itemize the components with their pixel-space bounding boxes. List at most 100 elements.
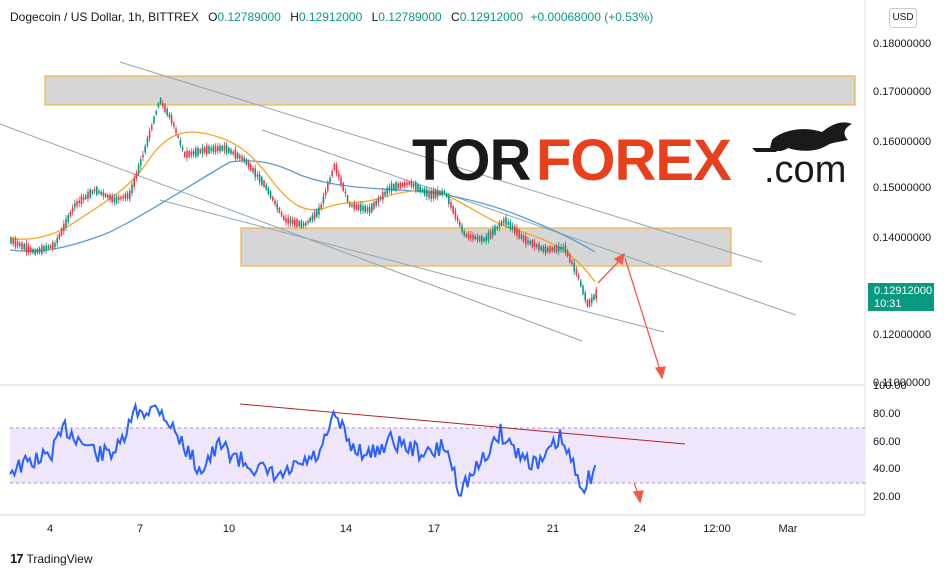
candle-body [21, 242, 23, 250]
candle-body [236, 152, 239, 159]
rsi-axis: 100.00 80.00 60.00 40.00 20.00 [873, 380, 907, 503]
candle-body [399, 183, 402, 188]
candle-body [287, 217, 289, 224]
candle-body [78, 200, 80, 204]
candle-body [437, 190, 439, 197]
candle-body [580, 280, 582, 287]
candle-body [318, 207, 320, 215]
candle-body [322, 196, 325, 204]
candle-body [265, 184, 267, 190]
candle-body [245, 159, 248, 165]
candle-body [386, 188, 388, 195]
candle-body [443, 190, 446, 194]
candle-body [500, 221, 503, 226]
candle-body [155, 111, 157, 115]
candle-body [71, 207, 74, 213]
candle-body [230, 149, 232, 154]
candle-body [566, 250, 569, 257]
candle-body [197, 147, 199, 156]
candle-body [232, 151, 234, 155]
time-tick: 24 [634, 523, 646, 535]
candle-body [289, 219, 292, 224]
candle-body [258, 174, 261, 183]
time-tick: 12:00 [703, 523, 731, 535]
candle-body [192, 151, 195, 155]
candle-body [177, 135, 179, 138]
candle-body [384, 191, 386, 196]
candle-body [34, 249, 36, 255]
candle-body [544, 246, 547, 254]
candle-body [549, 246, 551, 253]
candle-body [586, 300, 589, 307]
candle-body [208, 146, 210, 154]
candle-body [465, 233, 468, 237]
candle-body [131, 184, 133, 194]
candle-body [45, 245, 47, 251]
tradingview-brand[interactable]: 17 TradingView [10, 551, 93, 566]
candle-body [93, 189, 96, 192]
candle-body [377, 198, 380, 203]
candle-body [360, 204, 362, 212]
candle-body [577, 275, 580, 279]
candle-body [351, 204, 353, 207]
candle-body [241, 156, 243, 161]
candle-body [595, 290, 597, 299]
candle-body [467, 233, 470, 238]
rsi-tick: 100.00 [873, 380, 907, 392]
candle-body [520, 234, 523, 239]
rsi-tick: 20.00 [873, 491, 901, 503]
candle-body [329, 177, 331, 183]
candle-body [91, 190, 94, 194]
low-value: 0.12789000 [378, 10, 442, 24]
candle-body [406, 182, 408, 186]
rsi-trendline [239, 403, 686, 445]
candle-body [338, 173, 340, 177]
time-tick: 7 [137, 523, 143, 535]
candle-body [283, 215, 285, 221]
candle-body [571, 260, 573, 265]
candle-body [85, 194, 87, 199]
candle-body [190, 151, 193, 156]
time-tick: 14 [340, 523, 352, 535]
candle-body [140, 159, 142, 166]
candle-body [538, 243, 540, 251]
currency-button[interactable]: USD [889, 8, 917, 28]
candle-body [489, 230, 492, 238]
candle-body [547, 247, 549, 252]
candle-body [27, 246, 30, 252]
candle-body [175, 128, 177, 134]
candle-body [256, 174, 259, 177]
candle-body [243, 157, 245, 162]
candle-body [452, 206, 454, 214]
candle-body [498, 223, 501, 228]
candle-body [564, 245, 567, 253]
candle-body [525, 236, 527, 245]
candle-body [362, 206, 364, 211]
chart-canvas[interactable]: 0.18000000 0.17000000 0.16000000 0.15000… [0, 0, 948, 573]
candle-body [342, 182, 344, 191]
candle-body [492, 228, 494, 236]
candle-body [82, 197, 85, 200]
candle-body [307, 220, 309, 224]
candle-body [472, 234, 474, 240]
candle-body [210, 147, 212, 151]
candle-body [188, 151, 190, 157]
candle-body [516, 228, 518, 236]
candle-body [153, 116, 155, 124]
candle-body [505, 217, 507, 225]
candle-body [107, 195, 109, 198]
candle-body [56, 238, 58, 244]
candle-body [32, 249, 34, 254]
candle-body [536, 244, 538, 248]
candle-body [212, 146, 215, 153]
candle-body [388, 186, 391, 191]
candle-body [58, 233, 61, 239]
candle-body [355, 204, 358, 209]
candle-body [10, 237, 12, 244]
candle-body [278, 207, 281, 213]
candle-body [533, 242, 536, 247]
candle-body [357, 204, 360, 210]
candle-body [353, 203, 355, 210]
candle-body [98, 190, 100, 194]
candle-body [252, 167, 254, 173]
